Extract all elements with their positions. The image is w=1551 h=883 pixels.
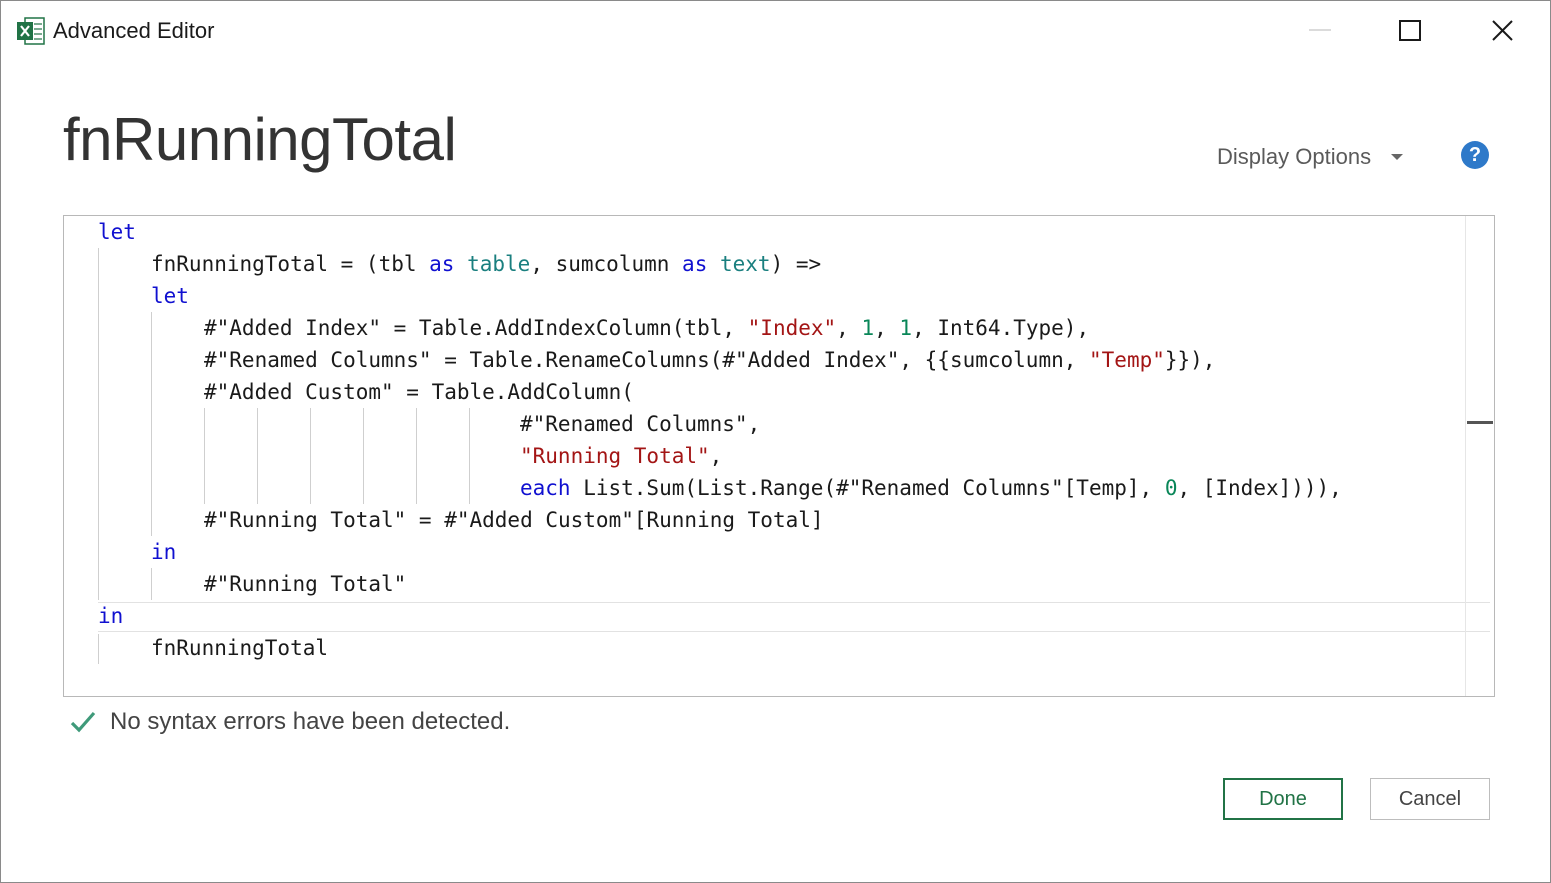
code-token: , [Index]))), [1177,476,1342,500]
code-token: text [720,252,771,276]
code-token: , [874,316,900,340]
indent-guide [151,568,152,600]
indent-guide [416,408,417,504]
code-token: #"Running Total" = #"Added Custom"[Runni… [204,508,824,532]
indent-guide [257,408,258,504]
code-line: fnRunningTotal [151,632,328,664]
scroll-position-marker[interactable] [1467,421,1493,424]
code-token: }}), [1164,348,1216,372]
code-token: as [682,252,708,276]
code-token: let [98,220,136,244]
code-token: "Temp" [1089,348,1165,372]
code-token: #"Renamed Columns", [520,412,761,436]
code-token: in [151,540,177,564]
maximize-icon [1399,20,1421,41]
excel-icon [17,17,45,45]
syntax-status-text: No syntax errors have been detected. [110,708,511,735]
code-line: #"Renamed Columns", [520,408,760,440]
display-options-label: Display Options [1217,144,1372,169]
code-token: ) => [770,252,822,276]
code-line: let [98,216,136,248]
code-token: #"Renamed Columns" = Table.RenameColumns… [204,348,1090,372]
code-token: , sumcolumn [530,252,683,276]
code-token: 1 [861,316,875,340]
code-token: in [98,604,124,628]
display-options-dropdown[interactable]: Display Options [1217,141,1404,173]
query-name-title: fnRunningTotal [63,106,457,173]
cancel-button[interactable]: Cancel [1370,778,1490,820]
code-line: #"Running Total" [204,568,406,600]
vertical-scrollbar[interactable] [1465,216,1466,696]
code-line: #"Added Custom" = Table.AddColumn( [204,376,634,408]
code-token: each [520,476,571,500]
code-token: let [151,284,189,308]
code-token: "Index" [747,316,837,340]
minimize-button[interactable] [1297,11,1343,51]
indent-guide [98,248,99,600]
code-editor[interactable]: let fnRunningTotal = (tbl as table, sumc… [63,215,1495,697]
code-token: , [836,316,862,340]
chevron-down-icon [1391,154,1404,160]
code-token: fnRunningTotal [151,636,329,660]
code-token: List.Sum(List.Range(#"Renamed Columns"[T… [570,476,1165,500]
close-button[interactable] [1479,11,1525,51]
code-token: table [467,252,531,276]
code-line: in [98,600,123,632]
code-line: #"Running Total" = #"Added Custom"[Runni… [204,504,824,536]
indent-guide [469,408,470,504]
code-line: let [151,280,189,312]
code-token: as [429,252,455,276]
done-button[interactable]: Done [1223,778,1343,820]
current-line-highlight [98,602,1490,632]
code-token: #"Added Index" = Table.AddIndexColumn(tb… [204,316,748,340]
close-icon [1492,20,1513,41]
code-token: "Running Total" [520,444,710,468]
code-token: 1 [899,316,913,340]
code-line: #"Added Index" = Table.AddIndexColumn(tb… [204,312,1089,344]
indent-guide [98,634,99,664]
maximize-button[interactable] [1387,11,1433,51]
code-token: #"Added Custom" = Table.AddColumn( [204,380,634,404]
code-token: #"Running Total" [204,572,407,596]
indent-guide [204,408,205,504]
code-line: in [151,536,176,568]
advanced-editor-dialog: Advanced Editor fnRunningTotal Display O… [0,0,1551,883]
code-line: each List.Sum(List.Range(#"Renamed Colum… [520,472,1342,504]
window-title: Advanced Editor [53,18,215,43]
code-line: #"Renamed Columns" = Table.RenameColumns… [204,344,1215,376]
help-icon[interactable]: ? [1461,141,1489,169]
code-token: fnRunningTotal = (tbl [151,252,430,276]
checkmark-icon [70,711,96,733]
code-line: fnRunningTotal = (tbl as table, sumcolum… [151,248,821,280]
code-token: , [709,444,723,468]
code-token: , Int64.Type), [912,316,1090,340]
indent-guide [310,408,311,504]
code-token: 0 [1164,476,1178,500]
indent-guide [363,408,364,504]
indent-guide [151,312,152,536]
syntax-status: No syntax errors have been detected. [69,704,510,740]
minimize-icon [1309,29,1331,31]
code-line: "Running Total", [520,440,722,472]
